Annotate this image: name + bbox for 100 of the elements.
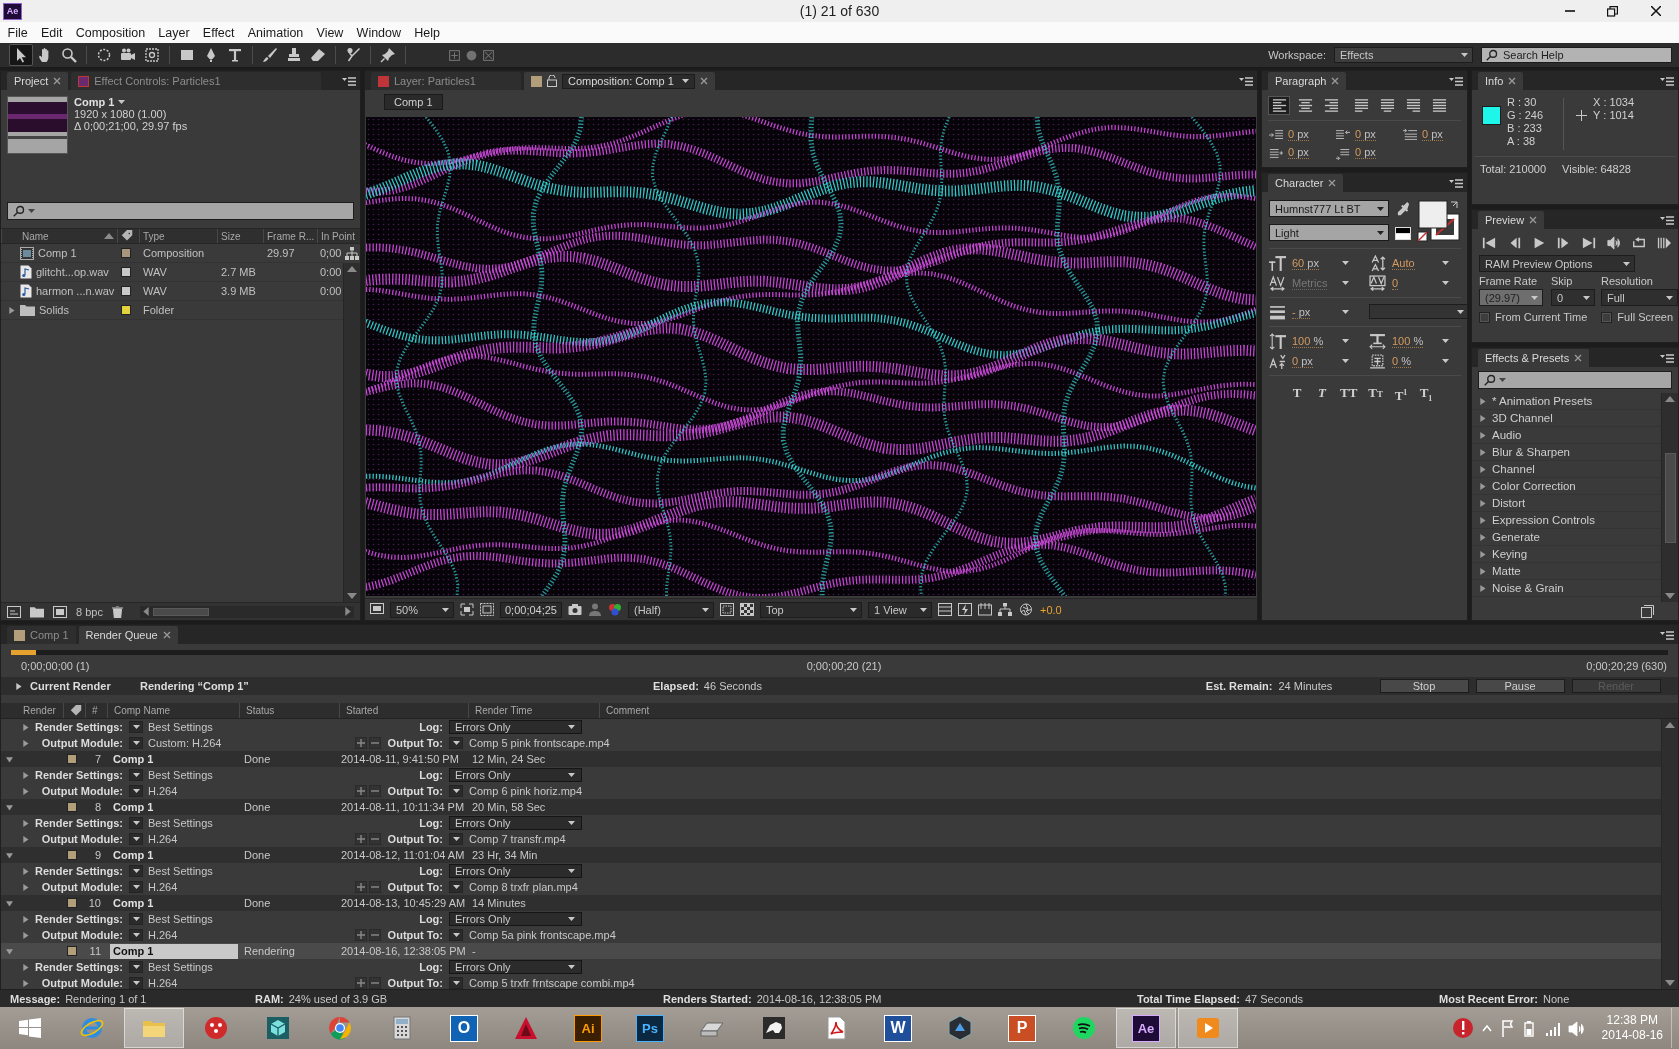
scrollbar[interactable] (139, 605, 354, 618)
log-dropdown[interactable]: Errors Only (449, 768, 582, 782)
comp-name[interactable]: Comp 1 (110, 847, 238, 863)
settings-value[interactable]: Best Settings (148, 769, 213, 781)
spacing-value[interactable]: 0 px (1355, 146, 1376, 159)
taskbar-app-button[interactable]: Ps (620, 1008, 680, 1048)
column-header[interactable]: Started (339, 703, 468, 718)
menu-item[interactable]: Effect (196, 22, 242, 43)
field-value[interactable]: 60 px (1292, 256, 1319, 270)
taskbar-app-button[interactable]: W (868, 1008, 928, 1048)
close-icon[interactable] (1508, 77, 1517, 85)
panel-tab[interactable]: Character (1268, 174, 1344, 192)
tool-button[interactable] (9, 44, 33, 66)
menu-item[interactable]: Window (350, 22, 408, 43)
settings-menu-button[interactable] (129, 721, 143, 733)
checkerboard-icon[interactable] (740, 603, 754, 616)
field-value[interactable]: 100 % (1392, 334, 1424, 348)
search-field[interactable] (7, 202, 354, 220)
timeline-icon[interactable] (978, 603, 992, 616)
disclosure-triangle-icon[interactable] (1479, 465, 1486, 473)
column-header[interactable]: Frame R... (263, 229, 317, 243)
log-dropdown[interactable]: Errors Only (449, 864, 582, 878)
skip-forward-icon[interactable] (1582, 236, 1596, 250)
item-name[interactable]: glitcht...op.wav (36, 266, 109, 278)
column-header[interactable]: Name (1, 229, 117, 243)
text-style-button[interactable]: T$^{1}$ (1394, 384, 1409, 402)
aperture-icon[interactable] (1018, 603, 1034, 616)
panel-menu-icon[interactable] (342, 76, 356, 86)
ram-preview-dropdown[interactable]: RAM Preview Options (1479, 255, 1635, 272)
text-style-button[interactable]: T (1290, 384, 1304, 402)
comp-name[interactable]: Comp 1 (110, 799, 238, 815)
monitor-icon[interactable] (370, 603, 384, 616)
add-output-button[interactable] (355, 929, 367, 941)
font-style-dropdown[interactable]: Light (1269, 224, 1389, 241)
panel-tab[interactable]: Composition: Comp 1 (524, 72, 715, 90)
add-output-button[interactable] (355, 785, 367, 797)
remove-output-button[interactable] (369, 977, 381, 989)
menu-item[interactable]: Animation (241, 22, 310, 43)
zoom-dropdown[interactable]: 50% (390, 601, 454, 618)
new-comp-icon[interactable] (53, 605, 67, 618)
output-module-value[interactable]: H.264 (148, 929, 178, 941)
disclosure-triangle-icon[interactable] (1479, 533, 1486, 541)
output-file-name[interactable]: Comp 5 pink frontscape.mp4 (469, 737, 610, 749)
align-button[interactable] (1268, 96, 1290, 115)
skip-back-icon[interactable] (1482, 236, 1496, 250)
output-module-menu-button[interactable] (129, 977, 143, 989)
output-menu-button[interactable] (449, 929, 463, 941)
interpret-footage-icon[interactable] (7, 605, 21, 618)
disclosure-triangle-icon[interactable] (6, 851, 13, 859)
close-icon[interactable] (699, 77, 708, 85)
disclosure-triangle-icon[interactable] (22, 787, 29, 795)
output-module-menu-button[interactable] (129, 737, 143, 749)
settings-value[interactable]: Best Settings (148, 961, 213, 973)
disclosure-triangle-icon[interactable] (1479, 431, 1486, 439)
play-icon[interactable] (1532, 236, 1546, 250)
output-module-menu-button[interactable] (129, 881, 143, 893)
panel-menu-icon[interactable] (1660, 76, 1674, 86)
label-color-icon[interactable] (67, 898, 77, 908)
taskbar-app-button[interactable]: P (992, 1008, 1052, 1048)
ram-preview-icon[interactable] (1657, 236, 1671, 250)
loop-icon[interactable] (1632, 236, 1646, 250)
taskbar-app-button[interactable]: Ai (558, 1008, 618, 1048)
disclosure-triangle-icon[interactable] (7, 306, 15, 314)
effect-category[interactable]: Distort (1472, 495, 1661, 512)
field-value[interactable]: 0 px (1292, 354, 1313, 368)
output-module-value[interactable]: Custom: H.264 (148, 737, 222, 749)
effect-category[interactable]: Blur & Sharpen (1472, 444, 1661, 461)
workspace-dropdown[interactable]: Effects (1334, 47, 1473, 63)
search-help-field[interactable]: Search Help (1481, 47, 1672, 63)
effect-category[interactable]: 3D Channel (1472, 410, 1661, 427)
add-output-button[interactable] (355, 977, 367, 989)
output-module-menu-button[interactable] (129, 785, 143, 797)
label-color-icon[interactable] (121, 248, 131, 258)
field-value[interactable]: 0 (1392, 276, 1399, 290)
bit-depth[interactable]: 8 bpc (76, 605, 103, 618)
panel-menu-icon[interactable] (1660, 630, 1674, 640)
folder-icon[interactable] (30, 605, 44, 618)
render-control-button[interactable]: Pause (1475, 679, 1565, 693)
disclosure-triangle-icon[interactable] (6, 899, 13, 907)
output-menu-button[interactable] (449, 881, 463, 893)
checkbox-label[interactable]: From Current Time (1495, 311, 1588, 323)
disclosure-triangle-icon[interactable] (22, 867, 29, 875)
settings-menu-button[interactable] (129, 913, 143, 925)
disclosure-triangle-icon[interactable] (6, 803, 13, 811)
camera-icon[interactable] (568, 603, 582, 616)
log-dropdown[interactable]: Errors Only (449, 720, 582, 734)
effect-category[interactable]: Matte (1472, 563, 1661, 580)
menu-item[interactable]: Edit (34, 22, 70, 43)
disclosure-triangle-icon[interactable] (1479, 448, 1486, 456)
scroll-up-icon[interactable] (1665, 396, 1675, 402)
label-color-icon[interactable] (121, 267, 131, 277)
settings-value[interactable]: Best Settings (148, 721, 213, 733)
disclosure-triangle-icon[interactable] (22, 931, 29, 939)
checkbox[interactable] (1601, 311, 1613, 323)
effect-category[interactable]: Audio (1472, 427, 1661, 444)
label-color-icon[interactable] (67, 754, 77, 764)
scrollbar[interactable] (1661, 393, 1678, 602)
output-menu-button[interactable] (449, 785, 463, 797)
render-control-button[interactable]: Stop (1379, 679, 1469, 693)
panel-menu-icon[interactable] (1660, 353, 1674, 363)
